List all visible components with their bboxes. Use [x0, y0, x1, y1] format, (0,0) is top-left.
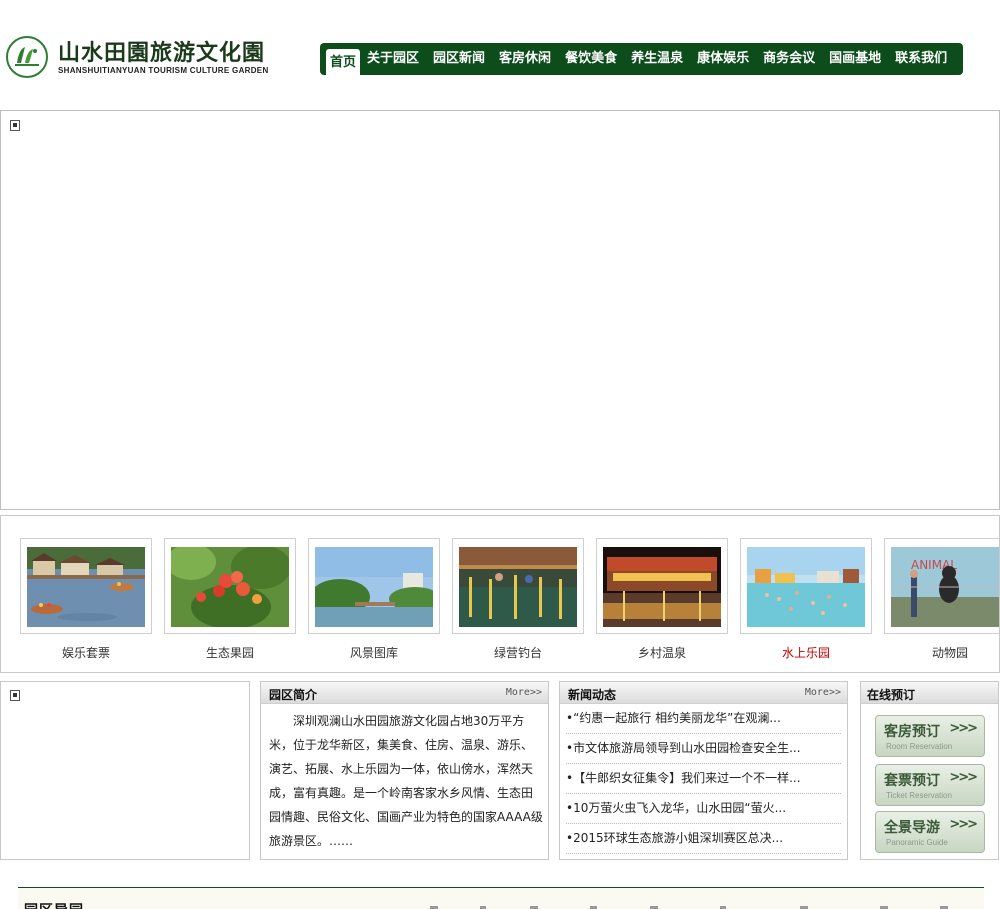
broken-image-icon	[10, 120, 20, 131]
button-label: 客房预订	[884, 724, 940, 740]
park-intro-box: 园区简介 More>> 深圳观澜山水田园旅游文化园占地30万平方米，位于龙华新区…	[260, 681, 549, 860]
intro-title: 园区简介	[269, 688, 318, 702]
nav-item-painting-base[interactable]: 国画基地	[822, 43, 888, 75]
gallery-thumbnail[interactable]	[459, 547, 577, 627]
nav-item-news[interactable]: 园区新闻	[426, 43, 492, 75]
nav-item-business[interactable]: 商务会议	[756, 43, 822, 75]
intro-text: 深圳观澜山水田园旅游文化园占地30万平方米，位于龙华新区，集美食、住房、温泉、游…	[269, 714, 543, 848]
gallery-item-entertainment-tickets[interactable]: 娱乐套票	[20, 538, 152, 661]
nav-item-home[interactable]: 首页	[326, 49, 361, 75]
gallery-item-fishing-platform[interactable]: 绿营钓台	[452, 538, 584, 661]
room-reservation-button[interactable]: 客房预订 >>> Room Reservation	[875, 715, 985, 757]
gallery-label[interactable]: 风景图库	[308, 644, 440, 661]
main-navigation: 首页 关于园区 园区新闻 客房休闲 餐饮美食 养生温泉 康体娱乐 商务会议 国画…	[320, 43, 963, 75]
news-title: 新闻动态	[568, 688, 617, 702]
gallery-item-water-park[interactable]: 水上乐园	[740, 538, 872, 661]
button-sublabel: Room Reservation	[886, 742, 953, 751]
chevron-right-icon: >>>	[949, 817, 978, 832]
footer-title: 园区导园	[24, 900, 84, 909]
panoramic-guide-button[interactable]: 全景导游 >>> Panoramic Guide	[875, 811, 985, 853]
gallery-label[interactable]: 动物园	[884, 644, 999, 661]
intro-more-link[interactable]: More>>	[506, 687, 542, 698]
chevron-right-icon: >>>	[949, 721, 978, 736]
news-more-link[interactable]: More>>	[805, 687, 841, 698]
logo-emblem-icon	[6, 36, 48, 78]
news-item[interactable]: •2015环球生态旅游小姐深圳赛区总决...	[566, 824, 841, 854]
gallery-thumbnail[interactable]	[603, 547, 721, 627]
feature-gallery: 娱乐套票 生态果园 风景图库 绿营钓台 乡村温泉 水上乐园 ANIMAL 动物园	[0, 515, 1000, 673]
button-sublabel: Panoramic Guide	[886, 838, 948, 847]
gallery-label[interactable]: 绿营钓台	[452, 644, 584, 661]
left-image-box	[0, 681, 250, 860]
gallery-item-scenery-gallery[interactable]: 风景图库	[308, 538, 440, 661]
online-booking-box: 在线预订 客房预订 >>> Room Reservation 套票预订 >>> …	[860, 681, 999, 860]
booking-title: 在线预订	[867, 688, 916, 702]
logo-english-name: SHANSHUITIANYUAN TOURISM CULTURE GARDEN	[58, 65, 269, 75]
nav-item-rooms[interactable]: 客房休闲	[492, 43, 558, 75]
box-header: 园区简介 More>>	[261, 682, 548, 704]
box-header: 在线预订	[861, 682, 998, 704]
footer-divider	[18, 887, 984, 888]
button-label: 套票预订	[884, 773, 940, 789]
news-list: •“约惠一起旅行 相约美丽龙华”在观澜... •市文体旅游局领导到山水田园检查安…	[560, 704, 847, 854]
news-item[interactable]: •【牛郎织女征集令】我们来过一个不一样...	[566, 764, 841, 794]
gallery-label[interactable]: 水上乐园	[740, 644, 872, 661]
news-box: 新闻动态 More>> •“约惠一起旅行 相约美丽龙华”在观澜... •市文体旅…	[559, 681, 848, 860]
button-sublabel: Ticket Reservation	[886, 791, 952, 800]
box-header: 新闻动态 More>>	[560, 682, 847, 704]
banner-area	[0, 110, 1000, 510]
broken-image-icon	[10, 690, 20, 701]
gallery-item-village-hot-spring[interactable]: 乡村温泉	[596, 538, 728, 661]
nav-item-dining[interactable]: 餐饮美食	[558, 43, 624, 75]
gallery-label[interactable]: 娱乐套票	[20, 644, 152, 661]
news-item[interactable]: •10万萤火虫飞入龙华，山水田园“萤火...	[566, 794, 841, 824]
news-item[interactable]: •“约惠一起旅行 相约美丽龙华”在观澜...	[566, 704, 841, 734]
site-logo[interactable]: 山水田園旅游文化園 SHANSHUITIANYUAN TOURISM CULTU…	[6, 34, 296, 80]
footer-decoration	[430, 906, 948, 909]
button-label: 全景导游	[884, 820, 940, 836]
gallery-thumbnail[interactable]	[27, 547, 145, 627]
news-item[interactable]: •市文体旅游局领导到山水田园检查安全生...	[566, 734, 841, 764]
nav-item-contact[interactable]: 联系我们	[888, 43, 954, 75]
gallery-label[interactable]: 生态果园	[164, 644, 296, 661]
ticket-reservation-button[interactable]: 套票预订 >>> Ticket Reservation	[875, 764, 985, 806]
site-header: 山水田園旅游文化園 SHANSHUITIANYUAN TOURISM CULTU…	[0, 0, 1000, 110]
gallery-thumbnail[interactable]	[315, 547, 433, 627]
gallery-item-eco-orchard[interactable]: 生态果园	[164, 538, 296, 661]
chevron-right-icon: >>>	[949, 770, 978, 785]
gallery-thumbnail[interactable]	[171, 547, 289, 627]
gallery-item-zoo[interactable]: ANIMAL 动物园	[884, 538, 999, 661]
nav-item-hot-spring[interactable]: 养生温泉	[624, 43, 690, 75]
gallery-thumbnail[interactable]	[747, 547, 865, 627]
nav-item-about[interactable]: 关于园区	[360, 43, 426, 75]
logo-chinese-name: 山水田園旅游文化園	[58, 39, 266, 66]
nav-item-recreation[interactable]: 康体娱乐	[690, 43, 756, 75]
gallery-label[interactable]: 乡村温泉	[596, 644, 728, 661]
gallery-thumbnail[interactable]: ANIMAL	[891, 547, 999, 627]
